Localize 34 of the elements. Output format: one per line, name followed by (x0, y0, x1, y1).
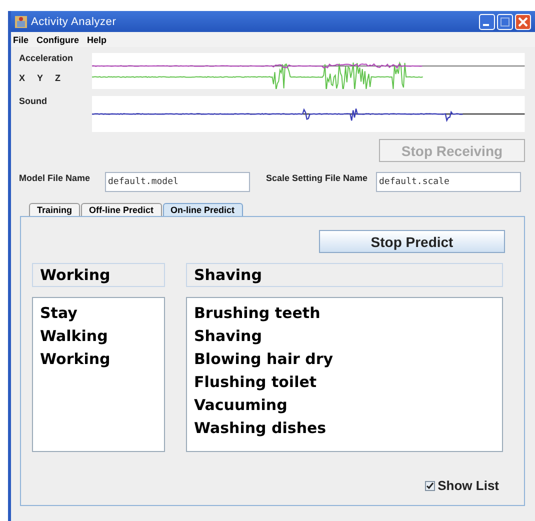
axis-label: X (19, 73, 26, 83)
activity-item[interactable]: Flushing toilet (194, 371, 317, 394)
menu-item[interactable]: File (13, 34, 29, 44)
window-title: Activity Analyzer (31, 16, 116, 28)
model-file-label: Model File Name (19, 173, 92, 183)
tab[interactable]: Off-line Predict (81, 203, 162, 216)
axis-label: Z (55, 73, 61, 83)
state-item[interactable]: Walking (40, 325, 108, 348)
state-item[interactable]: Working (40, 348, 110, 371)
show-list-label[interactable]: Show List (438, 478, 499, 493)
activity-item[interactable]: Washing dishes (194, 417, 326, 440)
maximize-icon[interactable] (497, 14, 513, 30)
tab[interactable]: Training (29, 203, 80, 216)
show-list-checkbox[interactable] (424, 480, 435, 490)
minimize-icon[interactable] (479, 14, 495, 30)
sound-label: Sound (19, 96, 48, 106)
app-icon (15, 16, 27, 28)
activity-item[interactable]: Blowing hair dry (194, 348, 333, 371)
scale-file-field[interactable]: default.scale (376, 172, 521, 192)
activity-item[interactable]: Vacuuming (194, 394, 288, 417)
acceleration-label: Acceleration (19, 53, 74, 63)
activity-item[interactable]: Brushing teeth (194, 302, 320, 325)
state-item[interactable]: Stay (40, 302, 78, 325)
current-activity-display: Shaving (186, 263, 503, 287)
menu-item[interactable]: Help (87, 34, 107, 44)
tab[interactable]: On-line Predict (162, 203, 243, 216)
current-state-display: Working (32, 263, 165, 287)
activity-item[interactable]: Shaving (194, 325, 262, 348)
model-file-field[interactable]: default.model (105, 172, 250, 192)
axis-label: Y (37, 73, 44, 83)
stop-predict-button[interactable]: Stop Predict (319, 230, 505, 253)
scale-file-label: Scale Setting File Name (266, 173, 369, 183)
menu-item[interactable]: Configure (36, 34, 80, 44)
close-icon[interactable] (515, 14, 531, 30)
